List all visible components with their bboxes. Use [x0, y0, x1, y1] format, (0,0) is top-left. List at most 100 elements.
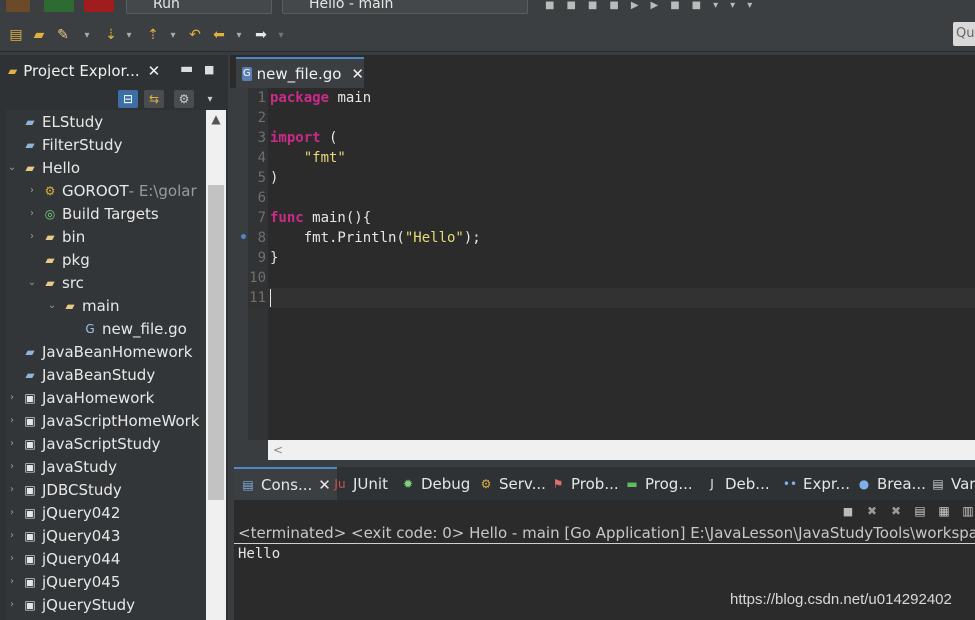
- chevron-right-icon[interactable]: ›: [6, 576, 18, 587]
- chevron-down-icon[interactable]: ▾: [120, 26, 138, 44]
- code-editor[interactable]: 1 package main 2 3 import (4 "fmt" 5) 6 7 func m…: [248, 88, 975, 440]
- close-icon[interactable]: ✕: [351, 65, 364, 83]
- tree-item[interactable]: › ▣ JDBCStudy: [6, 478, 122, 501]
- launch-config-combo[interactable]: Hello - main: [282, 0, 528, 14]
- tree-item[interactable]: ▰ JavaBeanHomework: [6, 340, 192, 363]
- last-edit-icon[interactable]: ↶: [186, 26, 204, 44]
- remove-launch-icon[interactable]: ✖: [862, 502, 882, 520]
- suspend-icon[interactable]: ■: [670, 0, 679, 11]
- resume-icon[interactable]: ▶: [651, 0, 659, 11]
- tab-console-8[interactable]: ● Brea...: [856, 467, 926, 500]
- code-line[interactable]: 9}: [248, 248, 975, 268]
- tree-item[interactable]: › ▣ jQuery044: [6, 547, 120, 570]
- terminal-icon[interactable]: ■: [609, 0, 618, 11]
- code-line[interactable]: 8 fmt.Println("Hello");: [248, 228, 975, 248]
- tree-item[interactable]: › ◎ Build Targets: [26, 202, 159, 225]
- tree-item[interactable]: › ▣ JavaScriptStudy: [6, 432, 161, 455]
- chevron-down-icon[interactable]: ⌄: [26, 277, 38, 288]
- prev-annotation-icon[interactable]: ⇡: [144, 26, 162, 44]
- tab-console-4[interactable]: ⚑ Prob...: [550, 467, 619, 500]
- chevron-down-icon[interactable]: ▾: [78, 26, 96, 44]
- tab-console-2[interactable]: ✹ Debug: [400, 467, 470, 500]
- tree-item[interactable]: › ▣ jQuery045: [6, 570, 120, 593]
- chevron-down-icon[interactable]: ▾: [272, 26, 290, 44]
- chevron-right-icon[interactable]: ›: [6, 530, 18, 541]
- chevron-right-icon[interactable]: ›: [26, 185, 38, 196]
- maximize-icon[interactable]: ■: [204, 63, 214, 76]
- step-into-icon[interactable]: ▾: [713, 0, 718, 11]
- chevron-right-icon[interactable]: ›: [6, 507, 18, 518]
- skip-icon[interactable]: ▶: [631, 0, 639, 11]
- close-icon[interactable]: ✕: [148, 62, 161, 80]
- chevron-right-icon[interactable]: ›: [6, 599, 18, 610]
- tree-item[interactable]: › ▣ JavaHomework: [6, 386, 154, 409]
- code-line[interactable]: 4 "fmt": [248, 148, 975, 168]
- pin-console-icon[interactable]: ▥: [958, 502, 975, 520]
- code-line[interactable]: 3 import (: [248, 128, 975, 148]
- tab-console-5[interactable]: ▬ Prog...: [624, 467, 692, 500]
- minimize-icon[interactable]: ▬: [180, 61, 193, 77]
- chevron-right-icon[interactable]: ›: [6, 461, 18, 472]
- open-folder-icon[interactable]: ▰: [30, 26, 48, 44]
- quick-access-field[interactable]: Qu: [953, 22, 975, 46]
- tree-item[interactable]: ⌄ ▰ Hello: [6, 156, 80, 179]
- tree-item[interactable]: › ▣ JavaStudy: [6, 455, 117, 478]
- view-menu-filter-icon[interactable]: ⚙: [174, 90, 194, 108]
- terminate-icon[interactable]: ■: [838, 502, 858, 520]
- run-config-combo[interactable]: Run: [126, 0, 272, 14]
- step-over-icon[interactable]: ▾: [730, 0, 735, 11]
- remove-all-icon[interactable]: ✖: [886, 502, 906, 520]
- save-all-icon[interactable]: ■: [566, 0, 575, 11]
- code-line[interactable]: 10: [248, 268, 975, 288]
- link-editor-icon[interactable]: ⇆: [144, 90, 164, 108]
- code-line[interactable]: 5): [248, 168, 975, 188]
- print-icon[interactable]: ■: [588, 0, 597, 11]
- project-explorer-tab[interactable]: ▰ Project Explor... ✕: [0, 55, 170, 87]
- code-line[interactable]: 11: [248, 288, 975, 308]
- tree-item[interactable]: Gnew_file.go: [66, 317, 186, 340]
- save-icon[interactable]: ■: [545, 0, 554, 11]
- tree-scrollbar[interactable]: ▲: [206, 110, 226, 620]
- tree-item[interactable]: › ⚙ GOROOT - E:\golar: [26, 179, 197, 202]
- chevron-down-icon[interactable]: ⌄: [6, 162, 18, 173]
- tree-item[interactable]: ▰ pkg: [26, 248, 89, 271]
- chevron-right-icon[interactable]: ›: [6, 438, 18, 449]
- next-annotation-icon[interactable]: ⇣: [102, 26, 120, 44]
- chevron-right-icon[interactable]: ›: [6, 484, 18, 495]
- chevron-right-icon[interactable]: ›: [6, 415, 18, 426]
- brush-icon[interactable]: ✎: [54, 26, 72, 44]
- tree-item[interactable]: › ▰ bin: [26, 225, 85, 248]
- back-launch-button[interactable]: [6, 0, 30, 12]
- new-project-icon[interactable]: ▤: [7, 26, 25, 44]
- chevron-right-icon[interactable]: ›: [26, 208, 38, 219]
- chevron-down-icon[interactable]: ▾: [164, 26, 182, 44]
- tree-item[interactable]: › ▣ jQueryStudy: [6, 593, 135, 616]
- chevron-down-icon[interactable]: ⌄: [46, 300, 58, 311]
- code-line[interactable]: 7 func main(){: [248, 208, 975, 228]
- tab-console-9[interactable]: ▤ Var: [930, 467, 975, 500]
- tab-console-3[interactable]: ⚙ Serv...: [478, 467, 546, 500]
- chevron-down-icon[interactable]: ▾: [230, 26, 248, 44]
- tab-console-7[interactable]: •• Expr...: [782, 467, 850, 500]
- scroll-left-icon[interactable]: <: [273, 443, 283, 457]
- tree-item[interactable]: › ▣ jQuery043: [6, 524, 120, 547]
- code-line[interactable]: 2: [248, 108, 975, 128]
- step-return-icon[interactable]: ▾: [747, 0, 752, 11]
- tab-console-6[interactable]: J Deb...: [704, 467, 769, 500]
- code-line[interactable]: 1 package main: [248, 88, 975, 108]
- tree-item[interactable]: ▰ ELStudy: [6, 110, 103, 133]
- back-icon[interactable]: ⬅: [210, 26, 228, 44]
- word-wrap-icon[interactable]: ▦: [934, 502, 954, 520]
- tree-item[interactable]: ▰ FilterStudy: [6, 133, 122, 156]
- collapse-all-icon[interactable]: ⊟: [118, 90, 138, 108]
- breakpoint-marker-icon[interactable]: [241, 234, 246, 239]
- chevron-right-icon[interactable]: ›: [6, 392, 18, 403]
- close-icon[interactable]: ✕: [318, 476, 331, 494]
- tree-item[interactable]: › ▣ jQuery042: [6, 501, 120, 524]
- code-line[interactable]: 6: [248, 188, 975, 208]
- tree-item[interactable]: › ▣ JavaScriptHomeWork: [6, 409, 199, 432]
- chevron-right-icon[interactable]: ›: [26, 231, 38, 242]
- tree-item[interactable]: ▰ JavaBeanStudy: [6, 363, 155, 386]
- tab-console-1[interactable]: Ju JUnit: [332, 467, 388, 500]
- terminate-icon[interactable]: ■: [692, 0, 701, 11]
